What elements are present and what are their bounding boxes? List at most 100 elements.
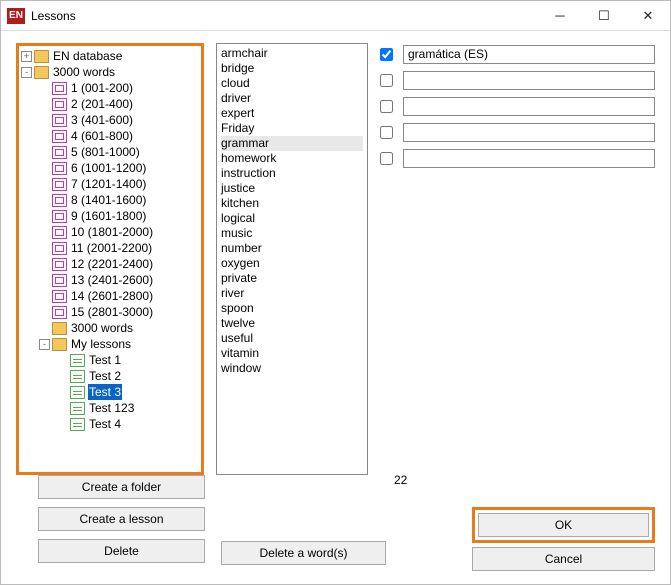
file-icon [52, 258, 67, 271]
tree-item[interactable]: 3 (401-600) [21, 112, 199, 128]
tree-item[interactable]: - 3000 words [21, 64, 199, 80]
word-item[interactable]: oxygen [221, 256, 363, 271]
file-icon [52, 114, 67, 127]
word-item[interactable]: music [221, 226, 363, 241]
word-item[interactable]: vitamin [221, 346, 363, 361]
word-item[interactable]: twelve [221, 316, 363, 331]
tree-item[interactable]: + EN database [21, 48, 199, 64]
tree-item[interactable]: Test 2 [21, 368, 199, 384]
tree-item[interactable]: 4 (601-800) [21, 128, 199, 144]
maximize-button[interactable]: ☐ [582, 1, 626, 30]
close-button[interactable]: ✕ [626, 1, 670, 30]
tree-item-label: 13 (2401-2600) [70, 272, 154, 288]
tree-item-label: 14 (2601-2800) [70, 288, 154, 304]
delete-words-button[interactable]: Delete a word(s) [221, 541, 386, 565]
field-input[interactable] [403, 97, 655, 116]
tree-item[interactable]: Test 3 [21, 384, 199, 400]
tree-item[interactable]: 3000 words [21, 320, 199, 336]
tree-item[interactable]: 11 (2001-2200) [21, 240, 199, 256]
tree-item[interactable]: 10 (1801-2000) [21, 224, 199, 240]
word-item[interactable]: kitchen [221, 196, 363, 211]
tree-item[interactable]: Test 1 [21, 352, 199, 368]
word-item[interactable]: private [221, 271, 363, 286]
word-item[interactable]: window [221, 361, 363, 376]
test-icon [70, 354, 85, 367]
tree-item[interactable]: 7 (1201-1400) [21, 176, 199, 192]
word-item[interactable]: grammar [221, 136, 363, 151]
tree-item[interactable]: 1 (001-200) [21, 80, 199, 96]
ok-button[interactable]: OK [478, 513, 649, 537]
word-item[interactable]: Friday [221, 121, 363, 136]
tree-item[interactable]: 6 (1001-1200) [21, 160, 199, 176]
word-item[interactable]: bridge [221, 61, 363, 76]
file-icon [52, 226, 67, 239]
tree-item-label: 2 (201-400) [70, 96, 134, 112]
tree-item-label: 7 (1201-1400) [70, 176, 147, 192]
tree-item[interactable]: 13 (2401-2600) [21, 272, 199, 288]
tree-item-label: 11 (2001-2200) [70, 240, 153, 256]
tree-item[interactable]: 15 (2801-3000) [21, 304, 199, 320]
collapse-icon[interactable]: - [21, 67, 32, 78]
field-row [380, 95, 655, 117]
file-icon [52, 82, 67, 95]
file-icon [52, 242, 67, 255]
field-input[interactable] [403, 71, 655, 90]
tree-item-label: 6 (1001-1200) [70, 160, 147, 176]
word-item[interactable]: driver [221, 91, 363, 106]
tree-item-label: 3000 words [52, 64, 116, 80]
collapse-icon[interactable]: - [39, 339, 50, 350]
word-item[interactable]: instruction [221, 166, 363, 181]
word-item[interactable]: spoon [221, 301, 363, 316]
word-item[interactable]: justice [221, 181, 363, 196]
field-input[interactable] [403, 149, 655, 168]
tree-item-label: Test 1 [88, 352, 122, 368]
tree-item-label: EN database [52, 48, 123, 64]
word-item[interactable]: armchair [221, 46, 363, 61]
tree-item[interactable]: 14 (2601-2800) [21, 288, 199, 304]
create-folder-button[interactable]: Create a folder [38, 475, 205, 499]
app-icon: EN [7, 8, 25, 24]
word-item[interactable]: expert [221, 106, 363, 121]
field-checkbox[interactable] [380, 100, 393, 113]
word-item[interactable]: cloud [221, 76, 363, 91]
file-icon [52, 98, 67, 111]
field-input[interactable] [403, 123, 655, 142]
field-checkbox[interactable] [380, 152, 393, 165]
tree-item[interactable]: 5 (801-1000) [21, 144, 199, 160]
field-row [380, 43, 655, 65]
expand-icon[interactable]: + [21, 51, 32, 62]
cancel-button[interactable]: Cancel [472, 547, 655, 571]
create-lesson-button[interactable]: Create a lesson [38, 507, 205, 531]
file-icon [52, 306, 67, 319]
tree-item[interactable]: 8 (1401-1600) [21, 192, 199, 208]
tree-item[interactable]: Test 123 [21, 400, 199, 416]
field-checkbox[interactable] [380, 48, 393, 61]
field-checkbox[interactable] [380, 126, 393, 139]
tree-item-label: Test 4 [88, 416, 122, 432]
word-list[interactable]: armchairbridgeclouddriverexpertFridaygra… [216, 43, 368, 475]
field-checkbox[interactable] [380, 74, 393, 87]
test-icon [70, 386, 85, 399]
test-icon [70, 370, 85, 383]
minimize-button[interactable]: ─ [538, 1, 582, 30]
field-row [380, 69, 655, 91]
titlebar: EN Lessons ─ ☐ ✕ [1, 1, 670, 31]
word-item[interactable]: river [221, 286, 363, 301]
word-item[interactable]: useful [221, 331, 363, 346]
tree-item[interactable]: -My lessons [21, 336, 199, 352]
word-item[interactable]: logical [221, 211, 363, 226]
tree-item[interactable]: 12 (2201-2400) [21, 256, 199, 272]
tree-item[interactable]: 9 (1601-1800) [21, 208, 199, 224]
word-count: 22 [394, 473, 407, 487]
test-icon [70, 418, 85, 431]
fields-pane [380, 43, 655, 475]
tree-item[interactable]: 2 (201-400) [21, 96, 199, 112]
test-icon [70, 402, 85, 415]
word-item[interactable]: number [221, 241, 363, 256]
file-icon [52, 210, 67, 223]
word-item[interactable]: homework [221, 151, 363, 166]
tree-item-label: 4 (601-800) [70, 128, 134, 144]
tree-item[interactable]: Test 4 [21, 416, 199, 432]
field-input[interactable] [403, 45, 655, 64]
delete-button[interactable]: Delete [38, 539, 205, 563]
